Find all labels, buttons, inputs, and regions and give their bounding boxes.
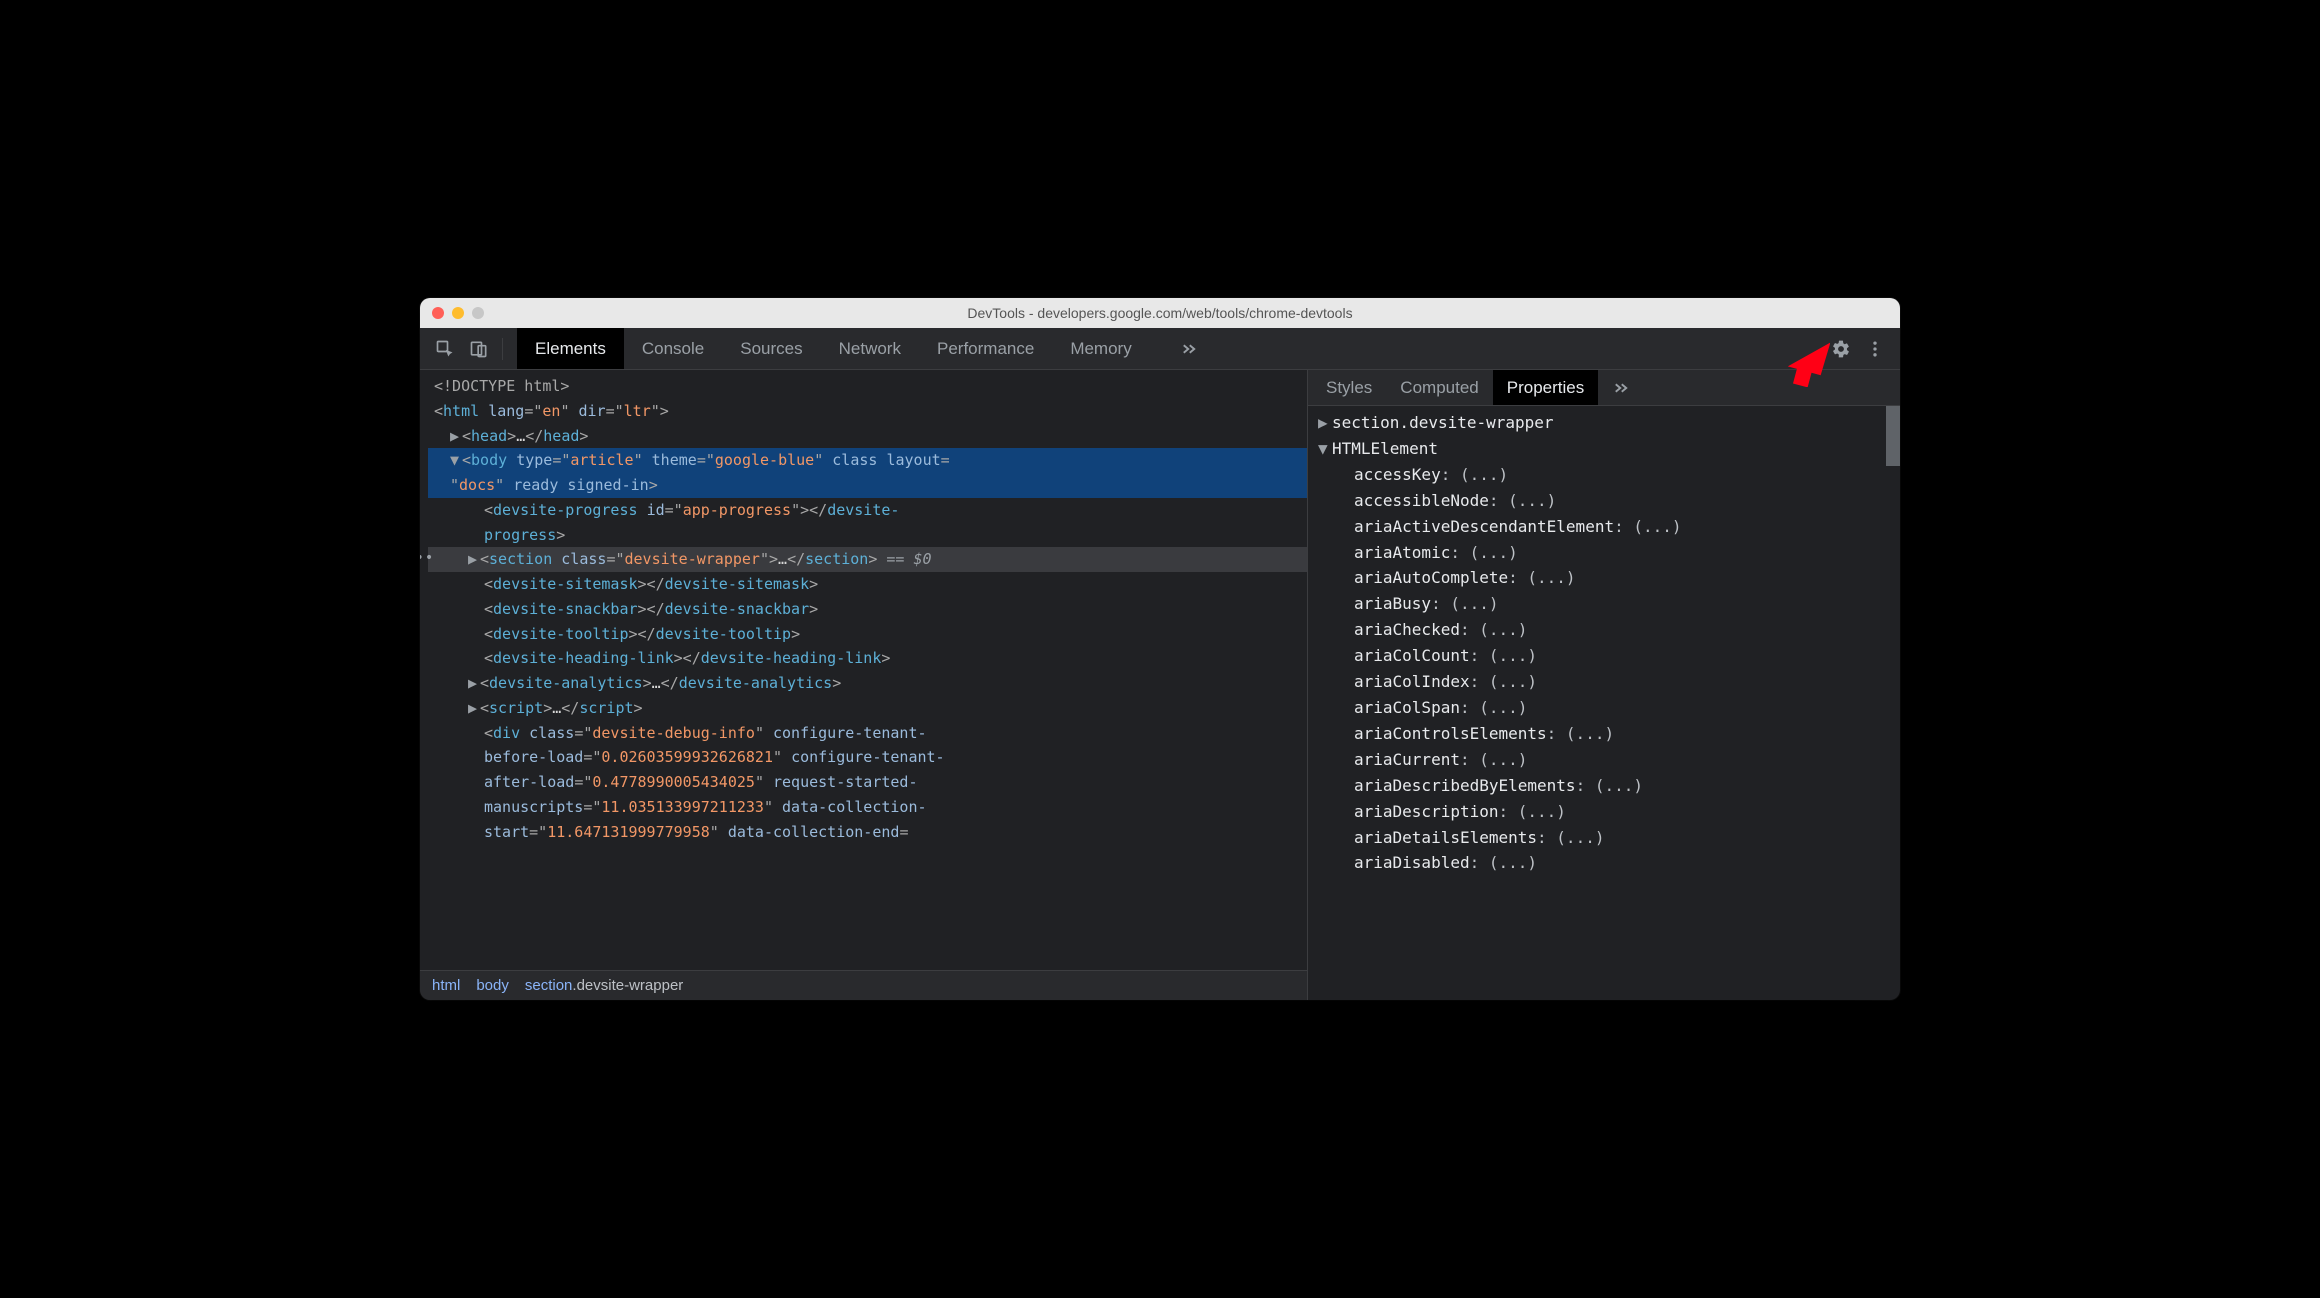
prop-row[interactable]: ariaCurrent: (...) — [1314, 747, 1900, 773]
prop-row[interactable]: accessibleNode: (...) — [1314, 488, 1900, 514]
dom-tree[interactable]: <!DOCTYPE html> <html lang="en" dir="ltr… — [420, 370, 1307, 970]
maximize-icon[interactable] — [472, 307, 484, 319]
dom-devsite-sitemask[interactable]: <devsite-sitemask></devsite-sitemask> — [428, 572, 1307, 597]
sidebar-pane: Styles Computed Properties ▶section.devs… — [1308, 370, 1900, 1000]
prop-row[interactable]: ariaControlsElements: (...) — [1314, 721, 1900, 747]
more-sidebar-tabs-icon[interactable] — [1598, 370, 1644, 405]
panel-tabs: Elements Console Sources Network Perform… — [517, 328, 1216, 369]
prop-row[interactable]: ariaColCount: (...) — [1314, 643, 1900, 669]
tab-computed[interactable]: Computed — [1386, 370, 1492, 405]
dom-section-selected[interactable]: •••▶<section class="devsite-wrapper">…</… — [428, 547, 1307, 572]
traffic-lights — [432, 307, 484, 319]
scrollbar-thumb[interactable] — [1886, 406, 1900, 466]
crumb-section[interactable]: section.devsite-wrapper — [525, 977, 683, 994]
kebab-menu-icon[interactable] — [1858, 332, 1892, 366]
window-title: DevTools - developers.google.com/web/too… — [420, 305, 1900, 321]
dom-doctype[interactable]: <!DOCTYPE html> — [428, 374, 1307, 399]
dom-devsite-heading-link[interactable]: <devsite-heading-link></devsite-heading-… — [428, 646, 1307, 671]
tab-properties[interactable]: Properties — [1493, 370, 1598, 405]
close-icon[interactable] — [432, 307, 444, 319]
prop-row[interactable]: ariaChecked: (...) — [1314, 617, 1900, 643]
gutter-dots-icon[interactable]: ••• — [420, 547, 434, 570]
tab-sources[interactable]: Sources — [722, 328, 820, 369]
prop-section-node[interactable]: ▶section.devsite-wrapper — [1314, 410, 1900, 436]
prop-row[interactable]: ariaActiveDescendantElement: (...) — [1314, 514, 1900, 540]
dom-devsite-snackbar[interactable]: <devsite-snackbar></devsite-snackbar> — [428, 597, 1307, 622]
prop-row[interactable]: ariaDescribedByElements: (...) — [1314, 773, 1900, 799]
prop-row[interactable]: ariaDescription: (...) — [1314, 799, 1900, 825]
crumb-html[interactable]: html — [432, 977, 460, 994]
crumb-body[interactable]: body — [476, 977, 509, 994]
tab-performance[interactable]: Performance — [919, 328, 1052, 369]
devtools-window: DevTools - developers.google.com/web/too… — [420, 298, 1900, 1000]
toolbar-right — [1824, 332, 1892, 366]
prop-row[interactable]: accessKey: (...) — [1314, 462, 1900, 488]
prop-row[interactable]: ariaBusy: (...) — [1314, 591, 1900, 617]
tab-console[interactable]: Console — [624, 328, 722, 369]
sidebar-tabs: Styles Computed Properties — [1308, 370, 1900, 406]
divider — [502, 338, 503, 360]
tab-elements[interactable]: Elements — [517, 328, 624, 369]
dom-devsite-analytics[interactable]: ▶<devsite-analytics>…</devsite-analytics… — [428, 671, 1307, 696]
prop-section-proto[interactable]: ▼HTMLElement — [1314, 436, 1900, 462]
prop-row[interactable]: ariaColIndex: (...) — [1314, 669, 1900, 695]
dom-html[interactable]: <html lang="en" dir="ltr"> — [428, 399, 1307, 424]
tab-memory[interactable]: Memory — [1052, 328, 1149, 369]
properties-panel[interactable]: ▶section.devsite-wrapper ▼HTMLElement ac… — [1308, 406, 1900, 1000]
dom-body[interactable]: ▼<body type="article" theme="google-blue… — [428, 448, 1307, 498]
content: <!DOCTYPE html> <html lang="en" dir="ltr… — [420, 370, 1900, 1000]
inspect-element-icon[interactable] — [428, 332, 462, 366]
settings-icon[interactable] — [1824, 332, 1858, 366]
prop-row[interactable]: ariaColSpan: (...) — [1314, 695, 1900, 721]
dom-head[interactable]: ▶<head>…</head> — [428, 424, 1307, 449]
tab-network[interactable]: Network — [821, 328, 919, 369]
dom-devsite-tooltip[interactable]: <devsite-tooltip></devsite-tooltip> — [428, 622, 1307, 647]
dom-div-debug[interactable]: <div class="devsite-debug-info" configur… — [428, 721, 1307, 845]
prop-row[interactable]: ariaAtomic: (...) — [1314, 540, 1900, 566]
prop-row[interactable]: ariaDetailsElements: (...) — [1314, 825, 1900, 851]
prop-row[interactable]: ariaAutoComplete: (...) — [1314, 565, 1900, 591]
elements-pane: <!DOCTYPE html> <html lang="en" dir="ltr… — [420, 370, 1308, 1000]
breadcrumb: html body section.devsite-wrapper — [420, 970, 1307, 1000]
titlebar: DevTools - developers.google.com/web/too… — [420, 298, 1900, 328]
prop-row[interactable]: ariaDisabled: (...) — [1314, 850, 1900, 876]
dom-devsite-progress[interactable]: <devsite-progress id="app-progress"></de… — [428, 498, 1307, 548]
minimize-icon[interactable] — [452, 307, 464, 319]
main-toolbar: Elements Console Sources Network Perform… — [420, 328, 1900, 370]
more-panels-icon[interactable] — [1162, 328, 1216, 369]
dom-script[interactable]: ▶<script>…</script> — [428, 696, 1307, 721]
device-toolbar-icon[interactable] — [462, 332, 496, 366]
tab-styles[interactable]: Styles — [1312, 370, 1386, 405]
